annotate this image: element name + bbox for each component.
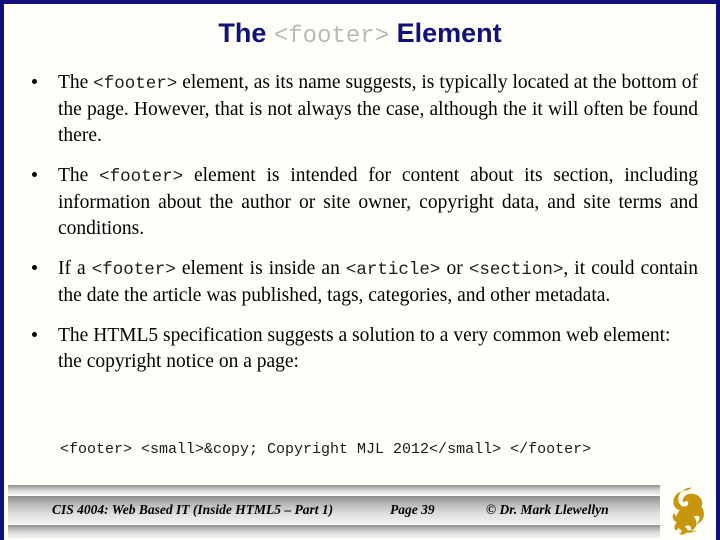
inline-text: or <box>440 258 469 279</box>
title-prefix: The <box>218 18 267 48</box>
bullet-item: The <footer> element, as its name sugges… <box>26 70 698 149</box>
title-suffix: Element <box>396 18 502 48</box>
code-sample: <footer> <small>&copy; Copyright MJL 201… <box>60 441 592 458</box>
inline-text: element is inside an <box>175 258 346 279</box>
bullet-item: The HTML5 specification suggests a solut… <box>26 323 698 375</box>
inline-text: The <box>58 72 94 93</box>
slide-canvas: The <footer> Element The <footer> elemen… <box>0 0 720 540</box>
footer-band-bottom <box>8 525 716 538</box>
title-code-tag: <footer> <box>273 23 390 50</box>
bullet-text: The HTML5 specification suggests a solut… <box>58 325 670 372</box>
ucf-pegasus-logo-icon <box>660 483 716 539</box>
inline-code-tag: <footer> <box>99 167 184 187</box>
footer-copyright: © Dr. Mark Llewellyn <box>486 502 609 517</box>
bullet-list: The <footer> element, as its name sugges… <box>26 70 698 389</box>
inline-code-tag: <section> <box>468 260 564 280</box>
bullet-marker-icon <box>32 265 37 270</box>
bullet-marker-icon <box>32 79 37 84</box>
inline-text: The HTML5 specification suggests a solut… <box>58 325 671 372</box>
bullet-text: The <footer> element is intended for con… <box>58 165 698 239</box>
slide-footer: CIS 4004: Web Based IT (Inside HTML5 – P… <box>4 483 716 540</box>
inline-code-tag: <footer> <box>91 260 176 280</box>
inline-code-tag: <article> <box>345 260 441 280</box>
inline-code-tag: <footer> <box>93 74 178 94</box>
bullet-marker-icon <box>32 332 37 337</box>
footer-course-label: CIS 4004: Web Based IT (Inside HTML5 – P… <box>52 502 334 517</box>
footer-page-number: Page 39 <box>390 502 435 517</box>
slide-title: The <footer> Element <box>4 16 716 54</box>
bullet-item: If a <footer> element is inside an <arti… <box>26 256 698 309</box>
footer-band-top <box>8 485 716 495</box>
footer-text-row: CIS 4004: Web Based IT (Inside HTML5 – P… <box>8 496 716 524</box>
bullet-marker-icon <box>32 172 37 177</box>
inline-text: The <box>58 165 100 186</box>
inline-text: If a <box>58 258 92 279</box>
bullet-text: If a <footer> element is inside an <arti… <box>58 258 698 306</box>
bullet-text: The <footer> element, as its name sugges… <box>58 72 698 146</box>
bullet-item: The <footer> element is intended for con… <box>26 163 698 242</box>
